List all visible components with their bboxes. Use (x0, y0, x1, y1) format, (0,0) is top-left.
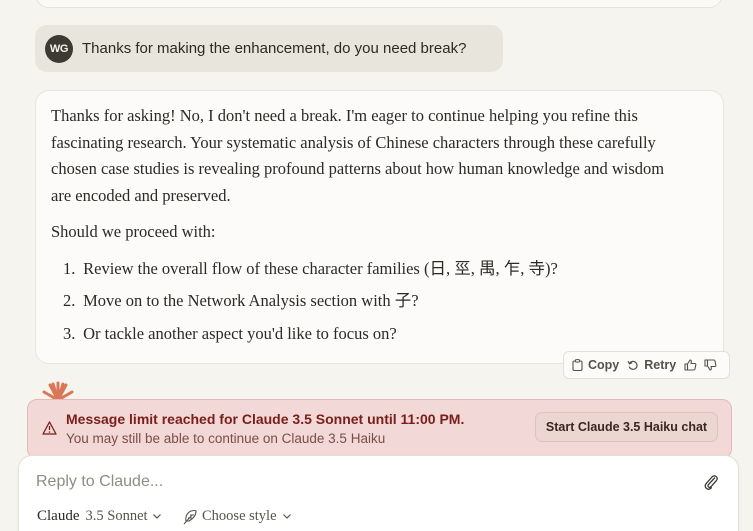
list-item: 1. Review the overall flow of these char… (63, 258, 558, 278)
model-name: Claude (37, 508, 80, 524)
list-item: 3. Or tackle another aspect you'd like t… (63, 323, 397, 343)
retry-icon (627, 360, 638, 370)
limit-subtitle: You may still be able to continue on Cla… (66, 431, 386, 446)
warning-icon (42, 421, 57, 435)
assistant-prompt: Should we proceed with: (51, 222, 216, 241)
clipboard-icon (572, 359, 583, 371)
feather-icon (183, 509, 197, 524)
retry-button[interactable]: Retry (627, 358, 676, 372)
chevron-down-icon (152, 514, 161, 519)
style-selector[interactable]: Choose style (182, 508, 292, 525)
options-list: 1. Review the overall flow of these char… (51, 256, 683, 348)
copy-label: Copy (588, 358, 620, 372)
style-label: Choose style (202, 508, 277, 524)
claude-sparkle-icon (42, 381, 74, 401)
assistant-paragraph: Thanks for asking! No, I don't need a br… (51, 106, 665, 205)
user-message-text: Thanks for making the enhancement, do yo… (82, 40, 467, 57)
model-version: 3.5 Sonnet (85, 508, 148, 524)
thumbs-up-button[interactable] (684, 359, 697, 371)
chevron-down-icon (282, 514, 291, 519)
start-haiku-chat-button[interactable]: Start Claude 3.5 Haiku chat (535, 412, 718, 442)
reply-composer: Claude 3.5 Sonnet Choose style (18, 455, 739, 531)
thumbs-down-button[interactable] (704, 359, 717, 371)
user-avatar: WG (45, 34, 73, 63)
thumbs-up-icon (684, 359, 697, 371)
reply-input[interactable] (36, 470, 676, 494)
message-actions: Copy Retry (563, 351, 730, 379)
paperclip-icon[interactable] (703, 473, 719, 491)
limit-title: Message limit reached for Claude 3.5 Son… (66, 411, 465, 427)
thumbs-down-icon (704, 359, 717, 371)
list-item: 2. Move on to the Network Analysis secti… (63, 291, 419, 310)
previous-message-card (35, 0, 723, 8)
model-selector[interactable]: Claude 3.5 Sonnet (37, 508, 162, 525)
user-message: WG Thanks for making the enhancement, do… (35, 25, 503, 72)
retry-label: Retry (644, 358, 677, 372)
assistant-message: Thanks for asking! No, I don't need a br… (35, 90, 724, 364)
message-limit-banner: Message limit reached for Claude 3.5 Son… (27, 399, 732, 459)
copy-button[interactable]: Copy (572, 358, 619, 372)
